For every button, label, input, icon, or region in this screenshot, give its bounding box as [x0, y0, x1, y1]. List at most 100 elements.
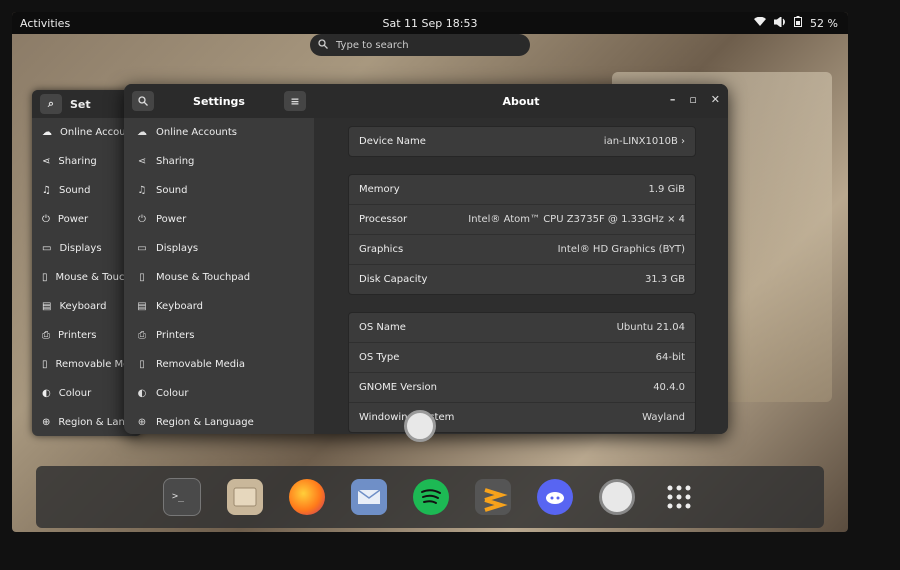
about-panel: About – ▫ ✕ Device Name ian-LINX1010B › … [314, 84, 728, 434]
keyboard-icon: ▤ [42, 301, 52, 312]
terminal-icon[interactable]: >_ [163, 478, 201, 516]
sidebar-item-label: Displays [156, 243, 199, 254]
system-tray[interactable]: 52 % [754, 15, 838, 30]
power-icon: ⏻ [42, 214, 50, 225]
search-icon [318, 38, 328, 52]
svg-text:>_: >_ [172, 491, 185, 502]
settings-icon[interactable] [599, 479, 635, 515]
activities-button[interactable]: Activities [20, 17, 70, 30]
sidebar-item-removable-media[interactable]: ▯ Removable Media [124, 350, 314, 379]
background-item-label: Keyboard [59, 301, 107, 312]
settings-window[interactable]: Settings ≡ ☁ Online Accounts ⋖ Sharing ♫ So… [124, 84, 728, 434]
firefox-icon[interactable] [289, 479, 325, 515]
media-icon: ▯ [139, 359, 145, 370]
sidebar-item-label: Removable Media [156, 359, 246, 370]
sidebar-item-label: Keyboard [156, 301, 204, 312]
mouse-icon: ▯ [42, 272, 48, 283]
background-item-label: Removable Me [55, 359, 130, 370]
sidebar-item-label: Region & Language [156, 417, 254, 428]
sidebar-item-mouse-touchpad[interactable]: ▯ Mouse & Touchpad [124, 263, 314, 292]
desktop: Activities Sat 11 Sep 18:53 52 % Type to… [12, 12, 848, 532]
info-row: OS Type 64-bit [349, 342, 695, 372]
sidebar-item-label: Sharing [156, 156, 195, 167]
chevron-right-icon: › [681, 136, 685, 147]
printer-icon: ⎙ [42, 330, 50, 341]
info-row: Disk Capacity 31.3 GB [349, 264, 695, 294]
sidebar-item-label: Online Accounts [156, 127, 238, 138]
maximize-icon[interactable]: ▫ [689, 93, 696, 106]
sidebar-item-region-language[interactable]: ⊕ Region & Language [124, 408, 314, 434]
device-name-value: ian-LINX1010B › [603, 136, 685, 147]
cloud-icon: ☁ [137, 127, 147, 138]
colour-icon: ◐ [42, 388, 51, 399]
info-row: Graphics Intel® HD Graphics (BYT) [349, 234, 695, 264]
window-controls: – ▫ ✕ [670, 93, 720, 106]
background-item-label: Sharing [58, 156, 97, 167]
mail-icon[interactable] [351, 479, 387, 515]
discord-icon[interactable] [537, 479, 573, 515]
sidebar-item-colour[interactable]: ◐ Colour [124, 379, 314, 408]
device-name-label: Device Name [359, 136, 426, 147]
clock[interactable]: Sat 11 Sep 18:53 [383, 17, 478, 30]
search-icon[interactable] [132, 91, 154, 111]
sidebar-item-printers[interactable]: ⎙ Printers [124, 321, 314, 350]
sidebar-item-label: Sound [156, 185, 188, 196]
app-grid-icon[interactable] [661, 479, 697, 515]
sidebar-item-label: Colour [156, 388, 189, 399]
media-icon: ▯ [42, 359, 48, 370]
cloud-icon: ☁ [42, 127, 52, 138]
sidebar-item-power[interactable]: ⏻ Power [124, 205, 314, 234]
keyboard-icon: ▤ [137, 301, 147, 312]
search-field[interactable]: Type to search [310, 34, 530, 56]
sidebar-item-sharing[interactable]: ⋖ Sharing [124, 147, 314, 176]
display-icon: ▭ [137, 243, 147, 254]
files-icon[interactable] [227, 479, 263, 515]
sidebar-item-online-accounts[interactable]: ☁ Online Accounts [124, 118, 314, 147]
minimize-icon[interactable]: – [670, 93, 676, 106]
power-icon: ⏻ [138, 214, 146, 225]
background-item-label: Displays [59, 243, 102, 254]
page-title: About [502, 94, 540, 108]
background-item-label: Online Accoun [60, 127, 132, 138]
spotify-icon[interactable] [413, 479, 449, 515]
top-bar: Activities Sat 11 Sep 18:53 52 % [12, 12, 848, 34]
volume-icon [773, 15, 786, 30]
sidebar-item-label: Power [156, 214, 187, 225]
device-name-row[interactable]: Device Name ian-LINX1010B › [349, 127, 695, 156]
sidebar-item-label: Mouse & Touchpad [156, 272, 251, 283]
about-header: About – ▫ ✕ [314, 84, 728, 118]
music-note-icon: ♫ [137, 185, 147, 196]
close-icon[interactable]: ✕ [711, 93, 720, 106]
device-name-card[interactable]: Device Name ian-LINX1010B › [348, 126, 696, 157]
wifi-icon [754, 16, 767, 30]
battery-icon [794, 16, 803, 30]
sidebar-title: Settings [193, 94, 245, 108]
display-icon: ▭ [42, 243, 52, 254]
hamburger-menu-icon[interactable]: ≡ [284, 91, 306, 111]
sublime-text-icon[interactable] [475, 479, 511, 515]
battery-percentage: 52 % [810, 16, 838, 30]
background-item-label: Power [57, 214, 89, 225]
settings-sidebar: Settings ≡ ☁ Online Accounts ⋖ Sharing ♫ So… [124, 84, 314, 434]
sidebar-item-sound[interactable]: ♫ Sound [124, 176, 314, 205]
sidebar-item-keyboard[interactable]: ▤ Keyboard [124, 292, 314, 321]
background-window-title: Set [70, 97, 91, 111]
printer-icon: ⎙ [138, 330, 146, 341]
info-row: Processor Intel® Atom™ CPU Z3735F @ 1.33G… [349, 204, 695, 234]
music-note-icon: ♫ [42, 185, 51, 196]
sidebar-item-displays[interactable]: ▭ Displays [124, 234, 314, 263]
mouse-icon: ▯ [139, 272, 145, 283]
sidebar-item-label: Printers [156, 330, 195, 341]
globe-icon: ⊕ [42, 417, 51, 428]
background-item-label: Mouse & Touc [55, 272, 125, 283]
software-card: OS Name Ubuntu 21.04 OS Type 64-bit GNOME … [348, 312, 696, 433]
settings-drag-icon[interactable] [404, 410, 436, 442]
info-row: Memory 1.9 GiB [359, 184, 685, 195]
sidebar-header: Settings ≡ [124, 84, 314, 118]
search-icon[interactable]: ⌕ [40, 94, 62, 114]
background-item-label: Printers [58, 330, 97, 341]
search-placeholder: Type to search [336, 39, 409, 51]
share-icon: ⋖ [42, 156, 51, 167]
hardware-card: Memory 1.9 GiB Processor Intel® Atom™ CPU … [348, 174, 696, 295]
info-row: Windowing System Wayland [349, 402, 695, 432]
